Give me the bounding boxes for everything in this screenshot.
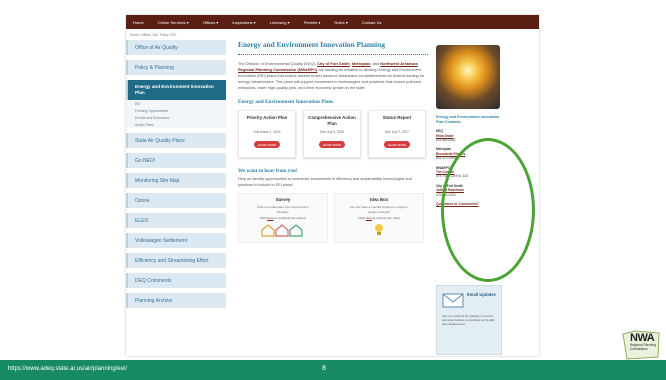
plan-card-comprehensive: Comprehensive Action Plan Due July 5, 20…: [303, 110, 361, 159]
learn-more-button[interactable]: LEARN MORE: [319, 141, 345, 149]
page-title: Energy and Environment Innovation Planni…: [238, 40, 385, 49]
top-navigation-bar: Home Online Services ▾ Offices ▾ Inspect…: [126, 15, 539, 29]
card-title: Priority Action Plan: [246, 115, 288, 121]
intro-text-a: The Division of Environmental Quality (D…: [238, 61, 318, 66]
idea-box-title: Idea Box: [369, 197, 389, 203]
sidebar-subitem-funding[interactable]: Funding Opportunities: [126, 107, 226, 114]
sidebar-item-office-air-quality[interactable]: Office of Air Quality: [126, 40, 226, 55]
sidebar-item-planning-archive[interactable]: Planning Archive: [126, 293, 226, 308]
nav-online-services[interactable]: Online Services ▾: [151, 20, 196, 25]
feedback-boxes: Survey Help us understand your community…: [238, 193, 428, 244]
sidebar-item-efficiency-streamlining[interactable]: Efficiency and Streamlining Effort: [126, 253, 226, 268]
sidebar-item-go-neo[interactable]: Go NEO!: [126, 153, 226, 168]
email-updates-box[interactable]: Email Updates Join our email list for up…: [436, 285, 502, 355]
sidebar: Office of Air Quality Policy & Planning …: [126, 40, 226, 313]
intro-paragraph: The Division of Environmental Quality (D…: [238, 61, 428, 91]
sidebar-subitem-action-plans[interactable]: Action Plans: [126, 121, 226, 128]
plans-section-title: Energy and Environment Innovation Plans: [238, 99, 334, 106]
link-metroplan[interactable]: Metroplan: [352, 61, 371, 66]
link-city-of-fort-smith[interactable]: City of Fort Smith: [317, 61, 350, 66]
nav-licensing[interactable]: Licensing ▾: [263, 20, 297, 25]
contacts-title: Energy and Environment Innovation Plan C…: [436, 115, 500, 124]
lightbulb-icon: [375, 224, 383, 236]
feedback-section-title: We want to hear from you!: [238, 168, 298, 175]
survey-box: Survey Help us understand your community…: [238, 193, 328, 244]
nav-contact-us[interactable]: Contact Us: [355, 20, 389, 25]
sidebar-item-monitoring-site-map[interactable]: Monitoring Site Map: [126, 173, 226, 188]
idea-link-post: to submit your idea!: [371, 216, 400, 221]
nav-offices[interactable]: Offices ▾: [196, 20, 226, 25]
slide-number: 8: [322, 365, 326, 372]
plan-cards: Priority Action Plan Due March 1, 2024 L…: [238, 110, 428, 159]
footer-url: https://www.adeq.state.ar.us/air/plannin…: [8, 366, 128, 372]
envelope-icon: [442, 293, 464, 308]
card-title: Comprehensive Action Plan: [308, 115, 356, 126]
sidebar-subnav: EEI Funding Opportunities Events and Res…: [126, 100, 226, 128]
survey-title: Survey: [275, 197, 291, 203]
sidebar-subitem-eei[interactable]: EEI: [126, 100, 226, 107]
nav-inspections[interactable]: Inspections ▾: [225, 20, 262, 25]
title-divider: [238, 52, 428, 55]
slide-footer-bar: https://www.adeq.state.ar.us/air/plannin…: [0, 360, 666, 380]
idea-link-line: Click here to submit your idea!: [358, 216, 400, 220]
breadcrumb[interactable]: Home / Offices / Air / Policy / EEI: [130, 33, 176, 37]
sidebar-subitem-events[interactable]: Events and Resources: [126, 114, 226, 121]
sidebar-item-deq-comments[interactable]: DEQ Comments: [126, 273, 226, 288]
sidebar-item-state-air-quality-plans[interactable]: State Air Quality Plans: [126, 133, 226, 148]
sidebar-item-policy-planning[interactable]: Policy & Planning: [126, 60, 226, 75]
learn-more-button[interactable]: LEARN MORE: [384, 141, 410, 149]
plan-card-priority: Priority Action Plan Due March 1, 2024 L…: [238, 110, 296, 159]
sidebar-item-eei-plan[interactable]: Energy and Environment Innovation Plan: [126, 80, 226, 100]
houses-icon: [261, 224, 303, 237]
survey-link-post: to complete the survey!: [273, 216, 307, 221]
plan-card-status: Status Report Due July 7, 2027 LEARN MOR…: [368, 110, 426, 159]
intro-text-c: , and: [370, 61, 381, 66]
email-updates-title: Email Updates: [467, 292, 496, 297]
card-title: Status Report: [382, 115, 412, 121]
idea-box: Idea Box Do you have a specific project …: [334, 193, 424, 244]
nav-rules[interactable]: Rules ▾: [327, 20, 354, 25]
idea-link-pre: Click: [358, 216, 366, 221]
highlight-circle-annotation: [441, 138, 535, 282]
sidebar-item-ozone[interactable]: Ozone: [126, 193, 226, 208]
sidebar-item-eleo[interactable]: ELEO: [126, 213, 226, 228]
sidebar-item-volkswagen-settlement[interactable]: Volkswagen Settlement: [126, 233, 226, 248]
lightbulb-photo: [436, 45, 500, 109]
nav-permits[interactable]: Permits ▾: [297, 20, 328, 25]
survey-link-line: Click here to complete the survey!: [260, 216, 307, 220]
learn-more-button[interactable]: LEARN MORE: [254, 141, 280, 149]
main-content: Energy and Environment Innovation Planni…: [238, 40, 428, 244]
nav-home[interactable]: Home: [126, 20, 151, 25]
email-updates-text: Join our email list for updates on event…: [442, 314, 495, 327]
idea-box-text: Do you have a specific project or progra…: [350, 205, 408, 214]
survey-text: Help us understand your community's prio…: [257, 205, 309, 214]
card-date: Due July 5, 2025: [320, 130, 344, 135]
feedback-section-text: Help us identify opportunities to incent…: [238, 177, 412, 188]
nwa-logo-subtitle: Regional Planning Commission: [630, 343, 656, 351]
card-date: Due March 1, 2024: [253, 130, 281, 135]
card-date: Due July 7, 2027: [385, 130, 409, 135]
